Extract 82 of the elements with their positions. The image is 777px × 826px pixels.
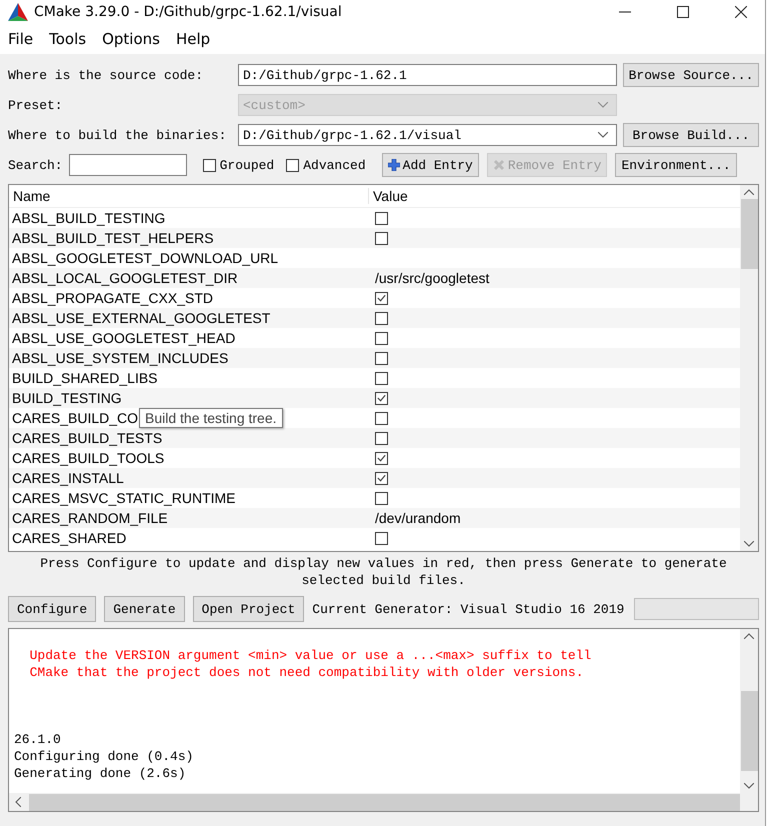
- scroll-left-icon[interactable]: [15, 797, 21, 807]
- checkbox[interactable]: [375, 412, 388, 424]
- table-cell: ABSL_GOOGLETEST_DOWNLOAD_URL: [12, 250, 278, 266]
- log-line: CMake that the project does not need compatibility with older versions.: [28, 664, 584, 681]
- action-button[interactable]: Open Project: [192, 596, 304, 622]
- preset-label: Preset:: [8, 98, 64, 112]
- chevron-down-icon: [598, 132, 608, 138]
- checkbox[interactable]: [375, 452, 388, 464]
- checkbox[interactable]: [375, 492, 388, 504]
- table-cell: CARES_BUILD_CO: [12, 410, 138, 426]
- scroll-down-icon[interactable]: [744, 541, 754, 547]
- menu-item[interactable]: Tools: [49, 30, 86, 48]
- scroll-thumb[interactable]: [740, 691, 758, 771]
- table-cell: /dev/urandom: [375, 510, 461, 526]
- scrollbar[interactable]: [740, 185, 758, 551]
- chevron-down-icon: [598, 102, 608, 108]
- table-cell: ABSL_USE_EXTERNAL_GOOGLETEST: [12, 310, 270, 326]
- checkbox-label: Advanced: [303, 158, 366, 172]
- table-cell: CARES_SHARED: [12, 530, 126, 546]
- checkbox[interactable]: [375, 392, 388, 404]
- table-cell: CARES_INSTALL: [12, 470, 124, 486]
- maximize-icon[interactable]: [677, 6, 689, 18]
- scroll-up-icon[interactable]: [744, 189, 754, 195]
- table-cell: BUILD_SHARED_LIBS: [12, 370, 158, 386]
- table-cell: ABSL_LOCAL_GOOGLETEST_DIR: [12, 270, 238, 286]
- action-button[interactable]: Generate: [104, 596, 185, 622]
- checkbox[interactable]: [375, 372, 388, 384]
- table-cell: ABSL_USE_GOOGLETEST_HEAD: [12, 330, 236, 346]
- close-icon[interactable]: [735, 6, 747, 18]
- column-header[interactable]: Value: [369, 188, 408, 204]
- checkbox[interactable]: [375, 472, 388, 484]
- checkbox[interactable]: [375, 292, 388, 304]
- toolbar-button[interactable]: Add Entry: [382, 153, 479, 177]
- checkbox[interactable]: [286, 158, 300, 172]
- app-logo-icon: [8, 3, 28, 21]
- table-cell: ABSL_BUILD_TEST_HELPERS: [12, 230, 214, 246]
- checkbox[interactable]: [202, 158, 216, 172]
- build-dropdown[interactable]: D:/Github/grpc-1.62.1/visual: [238, 124, 617, 146]
- window-title: CMake 3.29.0 - D:/Github/grpc-1.62.1/visual: [34, 4, 343, 20]
- menu-item[interactable]: Options: [102, 30, 160, 48]
- table-cell: ABSL_PROPAGATE_CXX_STD: [12, 290, 213, 306]
- table-cell: CARES_BUILD_TOOLS: [12, 450, 164, 466]
- scroll-thumb[interactable]: [740, 199, 758, 269]
- table-cell: ABSL_USE_SYSTEM_INCLUDES: [12, 350, 228, 366]
- source-field[interactable]: D:/Github/grpc-1.62.1: [238, 64, 617, 86]
- plus-icon: [388, 159, 400, 171]
- checkbox[interactable]: [375, 432, 388, 444]
- menu-item[interactable]: File: [8, 30, 34, 48]
- browse-source-button[interactable]: Browse Source...: [623, 63, 759, 87]
- checkbox-label: Grouped: [220, 158, 274, 172]
- table-cell: CARES_MSVC_STATIC_RUNTIME: [12, 490, 236, 506]
- search-field[interactable]: [68, 154, 187, 176]
- toolbar-button[interactable]: Environment...: [615, 153, 737, 177]
- scroll-down-icon[interactable]: [744, 783, 754, 789]
- search-label: Search:: [8, 158, 63, 172]
- action-button[interactable]: Configure: [8, 596, 96, 622]
- generator-label: Current Generator: Visual Studio 16 2019: [312, 602, 624, 616]
- table-cell: CARES_BUILD_TESTS: [12, 430, 162, 446]
- checkbox[interactable]: [375, 332, 388, 344]
- log-line: Update the VERSION argument <min> value or use a ...<max> suffix to tell: [28, 647, 592, 664]
- scrollbar[interactable]: [740, 629, 758, 793]
- source-label: Where is the source code:: [8, 68, 204, 82]
- checkbox[interactable]: [375, 312, 388, 324]
- log-line: Configuring done (0.4s): [14, 748, 194, 765]
- tooltip: Build the testing tree.: [139, 408, 283, 428]
- checkbox[interactable]: [375, 232, 388, 244]
- cross-icon: [492, 159, 505, 171]
- log-line: 26.1.0: [14, 731, 62, 748]
- checkbox[interactable]: [375, 352, 388, 364]
- log-line: Generating done (2.6s): [14, 765, 187, 782]
- scroll-up-icon[interactable]: [744, 633, 754, 639]
- column-header[interactable]: Name: [9, 188, 369, 204]
- table-cell: BUILD_TESTING: [12, 390, 122, 406]
- hint-text: Press Configure to update and display new values in red, then press Generate to generate selected build files.: [39, 555, 728, 590]
- checkbox[interactable]: [375, 532, 388, 544]
- table-cell: ABSL_BUILD_TESTING: [12, 210, 166, 226]
- table-cell: CARES_RANDOM_FILE: [12, 510, 168, 526]
- table-cell: /usr/src/googletest: [375, 270, 490, 286]
- menu-item[interactable]: Help: [176, 30, 210, 48]
- browse-build-button[interactable]: Browse Build...: [623, 123, 759, 147]
- build-label: Where to build the binaries:: [8, 128, 228, 142]
- checkbox[interactable]: [375, 212, 388, 224]
